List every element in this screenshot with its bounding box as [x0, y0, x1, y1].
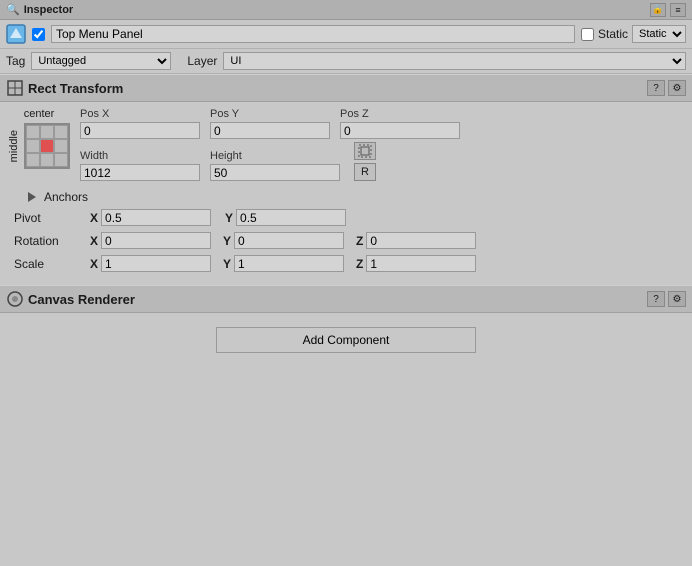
rotation-z-group: Z — [356, 232, 476, 249]
pivot-y-group: Y — [225, 209, 346, 226]
layer-select[interactable]: UI — [223, 52, 686, 70]
canvas-renderer-icon — [6, 290, 24, 308]
canvas-renderer-title: Canvas Renderer — [28, 292, 647, 307]
grid-cell-3[interactable] — [26, 139, 40, 153]
fields-area: Pos X Pos Y Pos Z Width — [80, 108, 684, 184]
gameobject-name-input[interactable] — [51, 25, 575, 43]
inspector-icon: 🔍 — [6, 3, 20, 16]
grid-cell-4[interactable] — [40, 139, 54, 153]
tag-layer-row: Tag Untagged Layer UI — [0, 49, 692, 74]
static-checkbox[interactable] — [581, 28, 594, 41]
align-wrapper: center middle — [8, 108, 70, 169]
active-checkbox-label[interactable] — [32, 28, 45, 41]
width-label: Width — [80, 150, 200, 162]
pos-x-input[interactable] — [80, 122, 200, 139]
height-label: Height — [210, 150, 340, 162]
canvas-renderer-header: Canvas Renderer ? ⚙ — [0, 285, 692, 313]
active-checkbox[interactable] — [32, 28, 45, 41]
pos-x-label: Pos X — [80, 108, 200, 120]
rotation-z-input[interactable] — [366, 232, 476, 249]
pivot-x-group: X — [90, 209, 211, 226]
tag-select[interactable]: Untagged — [31, 52, 171, 70]
rect-transform-icon — [6, 79, 24, 97]
help-btn[interactable]: ? — [647, 80, 665, 96]
scale-x-input[interactable] — [101, 255, 211, 272]
blueprint-btn[interactable] — [354, 142, 376, 160]
tag-label: Tag — [6, 54, 25, 68]
add-component-area: Add Component — [0, 313, 692, 367]
static-label: Static — [598, 27, 628, 41]
lock-btn[interactable]: 🔒 — [650, 3, 666, 17]
add-component-button[interactable]: Add Component — [216, 327, 476, 353]
scale-row: Scale X Y Z — [8, 252, 684, 275]
rect-transform-header: Rect Transform ? ⚙ — [0, 74, 692, 102]
pos-labels-row: Pos X Pos Y Pos Z — [80, 108, 684, 139]
top-row: Static Static — [0, 20, 692, 49]
middle-label: middle — [8, 130, 20, 162]
pos-z-label: Pos Z — [340, 108, 460, 120]
wh-row: Width Height R — [80, 142, 684, 181]
scale-y-input[interactable] — [234, 255, 344, 272]
pivot-row: Pivot X Y — [8, 206, 684, 229]
pos-y-input[interactable] — [210, 122, 330, 139]
scale-y-axis: Y — [223, 257, 231, 271]
pivot-x-input[interactable] — [101, 209, 211, 226]
menu-btn[interactable]: ≡ — [670, 3, 686, 17]
grid-cell-5[interactable] — [54, 139, 68, 153]
rotation-z-axis: Z — [356, 234, 363, 248]
scale-x-axis: X — [90, 257, 98, 271]
rotation-y-group: Y — [223, 232, 344, 249]
scale-z-input[interactable] — [366, 255, 476, 272]
grid-cell-6[interactable] — [26, 153, 40, 167]
layer-label: Layer — [187, 54, 217, 68]
anchors-triangle-icon — [28, 192, 36, 202]
scale-z-axis: Z — [356, 257, 363, 271]
title-bar-text: Inspector — [24, 4, 74, 16]
alignment-grid[interactable] — [24, 123, 70, 169]
grid-cell-1[interactable] — [40, 125, 54, 139]
pivot-x-axis: X — [90, 211, 98, 225]
canvas-section-controls: ? ⚙ — [647, 291, 686, 307]
pivot-y-axis: Y — [225, 211, 233, 225]
anchors-label: Anchors — [44, 190, 88, 204]
pos-y-label: Pos Y — [210, 108, 330, 120]
title-bar: 🔍 Inspector 🔒 ≡ — [0, 0, 692, 20]
scale-z-group: Z — [356, 255, 476, 272]
scale-label: Scale — [14, 257, 84, 271]
pivot-label: Pivot — [14, 211, 84, 225]
rotation-row: Rotation X Y Z — [8, 229, 684, 252]
middle-side: middle — [8, 123, 70, 169]
static-dropdown[interactable]: Static — [632, 25, 686, 43]
rotation-x-axis: X — [90, 234, 98, 248]
grid-cell-7[interactable] — [40, 153, 54, 167]
rotation-x-input[interactable] — [101, 232, 211, 249]
height-input[interactable] — [210, 164, 340, 181]
canvas-settings-btn[interactable]: ⚙ — [668, 291, 686, 307]
section-controls: ? ⚙ — [647, 80, 686, 96]
rect-transform-body: center middle — [0, 102, 692, 281]
rotation-label: Rotation — [14, 234, 84, 248]
canvas-help-btn[interactable]: ? — [647, 291, 665, 307]
scale-y-group: Y — [223, 255, 344, 272]
rotation-y-input[interactable] — [234, 232, 344, 249]
grid-cell-0[interactable] — [26, 125, 40, 139]
anchors-row[interactable]: Anchors — [8, 188, 684, 206]
r-button[interactable]: R — [354, 163, 376, 181]
center-label: center — [24, 108, 55, 120]
right-controls: R — [354, 142, 376, 181]
scale-x-group: X — [90, 255, 211, 272]
grid-cell-2[interactable] — [54, 125, 68, 139]
center-row: center middle — [8, 108, 684, 184]
pivot-y-input[interactable] — [236, 209, 346, 226]
width-input[interactable] — [80, 164, 200, 181]
grid-cell-8[interactable] — [54, 153, 68, 167]
game-object-icon — [6, 24, 26, 44]
pos-z-input[interactable] — [340, 122, 460, 139]
settings-btn[interactable]: ⚙ — [668, 80, 686, 96]
rect-transform-title: Rect Transform — [28, 81, 647, 96]
static-group: Static Static — [581, 25, 686, 43]
title-bar-controls: 🔒 ≡ — [650, 3, 686, 17]
rotation-x-group: X — [90, 232, 211, 249]
rotation-y-axis: Y — [223, 234, 231, 248]
